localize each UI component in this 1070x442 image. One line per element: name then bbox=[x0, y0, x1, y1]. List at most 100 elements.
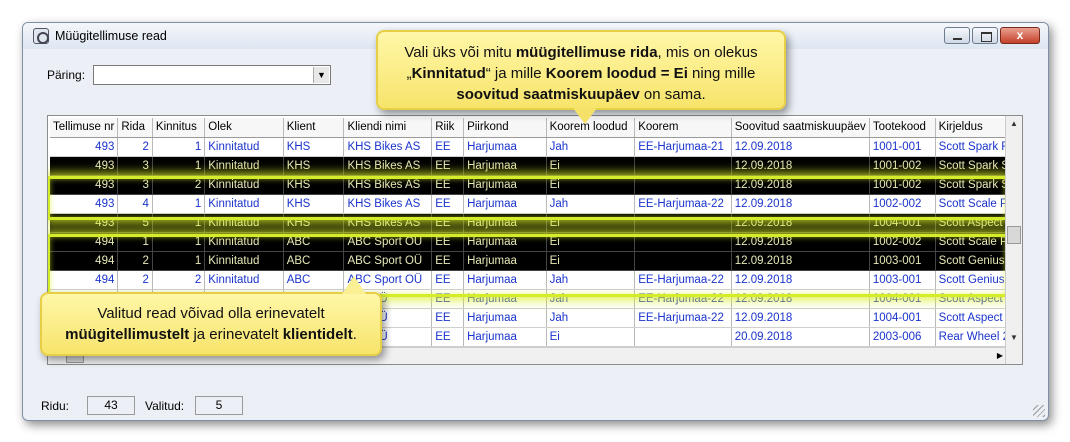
table-cell: EE bbox=[431, 308, 465, 328]
column-header[interactable]: Rida bbox=[117, 118, 153, 138]
table-cell: ABC Sport OÜ bbox=[343, 232, 433, 252]
selected-count-value: 5 bbox=[195, 396, 243, 415]
table-cell: 493 bbox=[50, 156, 119, 176]
table-cell: EE bbox=[431, 137, 465, 157]
table-cell: 5 bbox=[117, 213, 153, 233]
table-cell: Harjumaa bbox=[463, 289, 547, 309]
selected-count-label: Valitud: bbox=[145, 399, 185, 413]
column-header[interactable]: Tellimuse nr bbox=[50, 118, 119, 138]
table-cell: KHS Bikes AS bbox=[343, 175, 433, 195]
table-cell: Kinnitatud bbox=[204, 270, 284, 290]
table-cell: Ei bbox=[546, 213, 636, 233]
column-header[interactable]: Kinnitus bbox=[152, 118, 206, 138]
column-header[interactable]: Piirkond bbox=[463, 118, 547, 138]
vertical-scroll-thumb[interactable] bbox=[1007, 226, 1021, 244]
close-button[interactable]: x bbox=[1000, 27, 1040, 44]
table-cell: 2 bbox=[152, 270, 206, 290]
table-cell: Harjumaa bbox=[463, 251, 547, 271]
table-cell: 2 bbox=[117, 137, 153, 157]
table-cell: 1 bbox=[152, 213, 206, 233]
table-cell: 12.09.2018 bbox=[731, 308, 870, 328]
table-cell: 12.09.2018 bbox=[731, 289, 870, 309]
table-cell: EE-Harjumaa-22 bbox=[634, 308, 732, 328]
scroll-right-icon[interactable]: ▶ bbox=[997, 348, 1003, 364]
table-cell: Harjumaa bbox=[463, 137, 547, 157]
table-row[interactable]: 494 2 2 Kinnitatud ABC ABC Sport OÜ EE Harjumaa… bbox=[50, 270, 1022, 290]
callout-bottom-text-3: . bbox=[352, 326, 357, 343]
callout-top-text-5: on sama. bbox=[639, 86, 706, 103]
scroll-up-icon[interactable]: ▲ bbox=[1006, 116, 1022, 132]
table-row[interactable]: 493 4 1 Kinnitatud KHS KHS Bikes AS EE Harjumaa… bbox=[50, 194, 1022, 214]
table-cell: KHS bbox=[283, 213, 345, 233]
table-cell: 3 bbox=[117, 156, 153, 176]
table-cell: KHS Bikes AS bbox=[343, 194, 433, 214]
table-cell: 1 bbox=[152, 251, 206, 271]
table-cell: EE bbox=[431, 251, 465, 271]
minimize-button[interactable] bbox=[944, 27, 970, 44]
table-cell: Kinnitatud bbox=[204, 213, 284, 233]
table-cell: Ei bbox=[546, 327, 636, 347]
column-header[interactable]: Kliendi nimi bbox=[343, 118, 433, 138]
callout-top-bold-1: müügitellimuse rida bbox=[515, 44, 658, 61]
table-row-selected[interactable]: 494 2 1 Kinnitatud ABC ABC Sport OÜ EE Harjumaa… bbox=[50, 251, 1022, 271]
scroll-down-icon[interactable]: ▼ bbox=[1006, 330, 1022, 346]
maximize-button[interactable] bbox=[972, 27, 998, 44]
table-cell: 493 bbox=[50, 137, 119, 157]
table-cell: EE bbox=[431, 327, 465, 347]
callout-top: Vali üks või mitu müügitellimuse rida, m… bbox=[376, 30, 786, 124]
chevron-down-icon[interactable]: ▼ bbox=[313, 67, 329, 83]
table-cell: 1003-001 bbox=[869, 251, 936, 271]
table-cell: 12.09.2018 bbox=[731, 251, 870, 271]
table-cell: Harjumaa bbox=[463, 270, 547, 290]
table-cell: Jah bbox=[546, 270, 636, 290]
table-cell bbox=[634, 251, 732, 271]
table-cell bbox=[634, 327, 732, 347]
callout-bottom-text-1: Valitud read võivad olla erinevatelt bbox=[97, 305, 325, 322]
table-cell: Kinnitatud bbox=[204, 175, 284, 195]
table-row-selected[interactable]: 493 5 1 Kinnitatud KHS KHS Bikes AS EE Harjumaa… bbox=[50, 213, 1022, 233]
callout-bottom: Valitud read võivad olla erinevatelt müü… bbox=[40, 276, 382, 356]
table-cell: EE-Harjumaa-21 bbox=[634, 137, 732, 157]
table-cell: EE bbox=[431, 270, 465, 290]
table-cell: EE bbox=[431, 156, 465, 176]
table-cell: KHS bbox=[283, 137, 345, 157]
callout-top-text-1: Vali üks või mitu bbox=[404, 44, 516, 61]
column-header[interactable]: Soovitud saatmiskuupäev bbox=[731, 118, 870, 138]
window-title: Müügitellimuse read bbox=[55, 29, 167, 43]
table-cell: EE-Harjumaa-22 bbox=[634, 289, 732, 309]
table-cell: 494 bbox=[50, 251, 119, 271]
column-header[interactable]: Tootekood bbox=[869, 118, 936, 138]
table-cell: Kinnitatud bbox=[204, 251, 284, 271]
table-cell: 1 bbox=[152, 232, 206, 252]
table-cell: 12.09.2018 bbox=[731, 270, 870, 290]
table-cell: Kinnitatud bbox=[204, 194, 284, 214]
table-row[interactable]: 493 2 1 Kinnitatud KHS KHS Bikes AS EE Harjumaa… bbox=[50, 137, 1022, 157]
rows-count-value: 43 bbox=[87, 396, 135, 415]
table-cell: 2 bbox=[152, 175, 206, 195]
table-cell: 1 bbox=[152, 137, 206, 157]
table-cell: KHS bbox=[283, 175, 345, 195]
table-cell: Kinnitatud bbox=[204, 137, 284, 157]
column-header[interactable]: Olek bbox=[204, 118, 284, 138]
column-header[interactable]: Klient bbox=[283, 118, 345, 138]
query-select[interactable]: ▼ bbox=[93, 65, 331, 85]
table-cell: 494 bbox=[50, 270, 119, 290]
table-cell: Harjumaa bbox=[463, 156, 547, 176]
resize-grip-icon[interactable] bbox=[1033, 405, 1045, 417]
column-header[interactable]: Koorem bbox=[634, 118, 732, 138]
table-cell: 12.09.2018 bbox=[731, 232, 870, 252]
table-cell: 1001-002 bbox=[869, 156, 936, 176]
table-cell: Kinnitatud bbox=[204, 232, 284, 252]
callout-top-text-3: “ ja mille bbox=[485, 65, 546, 82]
table-row-selected[interactable]: 493 3 1 Kinnitatud KHS KHS Bikes AS EE Harjumaa… bbox=[50, 156, 1022, 176]
table-row-selected[interactable]: 494 1 1 Kinnitatud ABC ABC Sport OÜ EE Harjumaa… bbox=[50, 232, 1022, 252]
vertical-scrollbar[interactable]: ▲ ▼ bbox=[1005, 116, 1022, 364]
table-cell: 494 bbox=[50, 232, 119, 252]
table-cell: 1001-001 bbox=[869, 137, 936, 157]
table-row-selected[interactable]: 493 3 2 Kinnitatud KHS KHS Bikes AS EE Harjumaa… bbox=[50, 175, 1022, 195]
table-cell bbox=[634, 156, 732, 176]
table-cell: Kinnitatud bbox=[204, 156, 284, 176]
table-cell: Ei bbox=[546, 156, 636, 176]
column-header[interactable]: Riik bbox=[431, 118, 465, 138]
table-cell: Harjumaa bbox=[463, 232, 547, 252]
